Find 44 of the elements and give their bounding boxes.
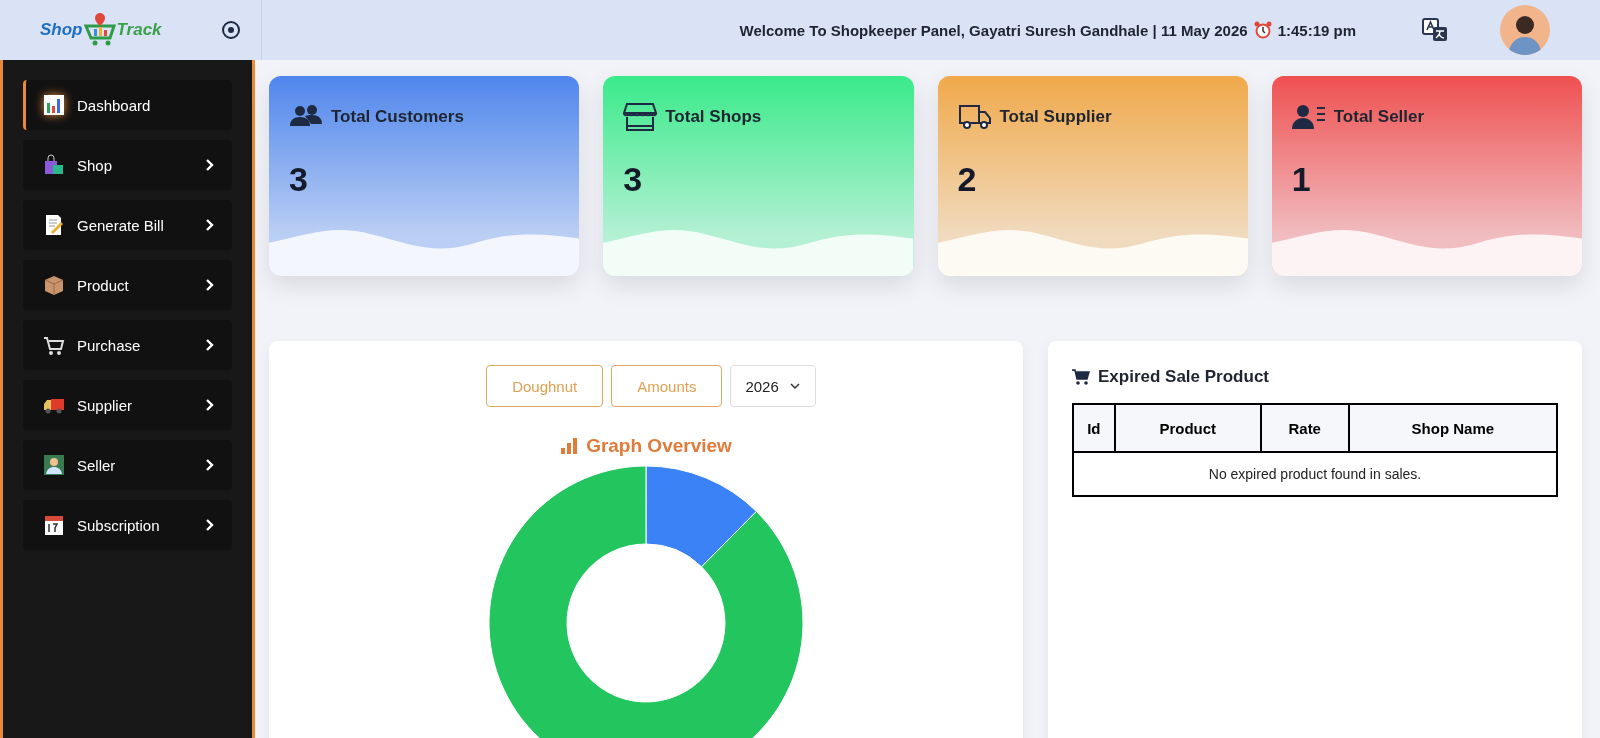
bar-chart-icon <box>43 94 65 116</box>
column-header: Shop Name <box>1348 404 1557 452</box>
chart-title: Graph Overview <box>586 435 732 457</box>
welcome-message: Welcome To Shopkeeper Panel, Gayatri Suresh Gandhale | 11 May 2026 <box>739 21 1248 39</box>
empty-message: No expired product found in sales. <box>1073 452 1557 496</box>
sidebar-item[interactable]: Subscription <box>23 500 232 550</box>
column-header: Id <box>1073 404 1115 452</box>
target-icon[interactable] <box>221 20 241 40</box>
year-select[interactable]: 2026 <box>730 365 816 407</box>
sidebar-item[interactable]: Product <box>23 260 232 310</box>
card-title: Total Customers <box>331 107 464 127</box>
sidebar-item[interactable]: Purchase <box>23 320 232 370</box>
card-value: 1 <box>1291 160 1312 199</box>
package-icon <box>43 274 65 296</box>
person-icon <box>43 454 65 476</box>
column-header: Product <box>1114 404 1261 452</box>
avatar[interactable] <box>1500 5 1550 55</box>
notepad-icon <box>43 214 65 236</box>
card-title: Total Supplier <box>999 107 1112 127</box>
logo[interactable]: Shop Track <box>40 12 162 48</box>
card-title: Total Seller <box>1333 107 1425 127</box>
sidebar-item[interactable]: Shop <box>23 140 232 190</box>
column-header: Rate <box>1260 404 1349 452</box>
card-value: 3 <box>623 160 644 199</box>
sidebar-item[interactable]: Seller <box>23 440 232 490</box>
sidebar-item[interactable]: Generate Bill <box>23 200 232 250</box>
chevron-down-icon <box>788 382 801 390</box>
card-value: 2 <box>957 160 978 199</box>
alarm-clock-icon <box>1253 21 1272 39</box>
clock-time: 1:45:19 pm <box>1277 21 1356 39</box>
calendar-icon <box>43 514 65 536</box>
card-value: 3 <box>289 160 309 199</box>
cart-icon <box>1072 369 1090 385</box>
storefront-icon <box>623 102 658 132</box>
shopping-bag-icon <box>43 154 65 176</box>
truck-icon <box>957 102 992 132</box>
cart-icon <box>43 334 65 356</box>
panel-title: Expired Sale Product <box>1098 367 1269 387</box>
translate-icon[interactable] <box>1422 18 1448 42</box>
user-list-icon <box>1291 102 1326 132</box>
sidebar-item[interactable]: Dashboard <box>23 80 232 130</box>
card-title: Total Shops <box>665 107 762 127</box>
sidebar-item[interactable]: Supplier <box>23 380 232 430</box>
bar-chart-icon <box>560 438 579 454</box>
